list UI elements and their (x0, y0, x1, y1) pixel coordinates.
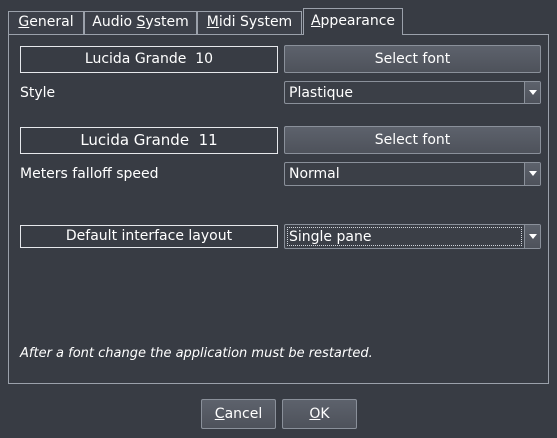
tab-appearance-label: ppearance (320, 13, 396, 29)
cancel-button-mnemonic: C (214, 406, 225, 422)
style-label: Style (20, 85, 56, 101)
chevron-down-icon (524, 82, 540, 103)
tab-midi-system[interactable]: Midi System (197, 11, 302, 34)
cancel-button-label: ancel (224, 406, 263, 422)
tab-general-label: eneral (29, 14, 74, 30)
tab-audio-system-prefix: Audio (92, 14, 137, 30)
meters-falloff-select[interactable]: Normal (284, 162, 541, 186)
tab-midi-system-label: idi System (218, 14, 293, 30)
select-font-button-1[interactable]: Select font (284, 45, 541, 73)
meters-falloff-label: Meters falloff speed (20, 166, 159, 182)
default-layout-label: Default interface layout (20, 225, 278, 248)
default-layout-select[interactable]: Single pane (284, 224, 541, 249)
chevron-down-icon (524, 225, 540, 248)
tab-appearance-mnemonic: A (310, 13, 321, 29)
default-layout-select-value: Single pane (289, 228, 372, 245)
tab-audio-system-label: ystem (145, 14, 189, 30)
tab-audio-system[interactable]: Audio System (84, 11, 197, 34)
ok-button[interactable]: OK (282, 399, 357, 429)
style-select-value: Plastique (289, 84, 353, 101)
font-display-1: Lucida Grande 10 (20, 46, 278, 73)
style-select[interactable]: Plastique (284, 81, 541, 104)
restart-note: After a font change the application must… (20, 346, 373, 361)
select-font-button-2[interactable]: Select font (284, 126, 541, 154)
chevron-down-icon (524, 163, 540, 185)
cancel-button[interactable]: Cancel (201, 399, 276, 429)
tab-general-mnemonic: G (18, 14, 30, 30)
tab-general[interactable]: General (8, 11, 84, 34)
tab-midi-system-mnemonic: M (206, 14, 219, 30)
meters-falloff-select-value: Normal (289, 166, 340, 182)
tab-appearance[interactable]: Appearance (303, 8, 403, 35)
ok-button-mnemonic: O (309, 406, 321, 422)
ok-button-label: K (320, 406, 330, 422)
font-display-2: Lucida Grande 11 (20, 127, 278, 154)
